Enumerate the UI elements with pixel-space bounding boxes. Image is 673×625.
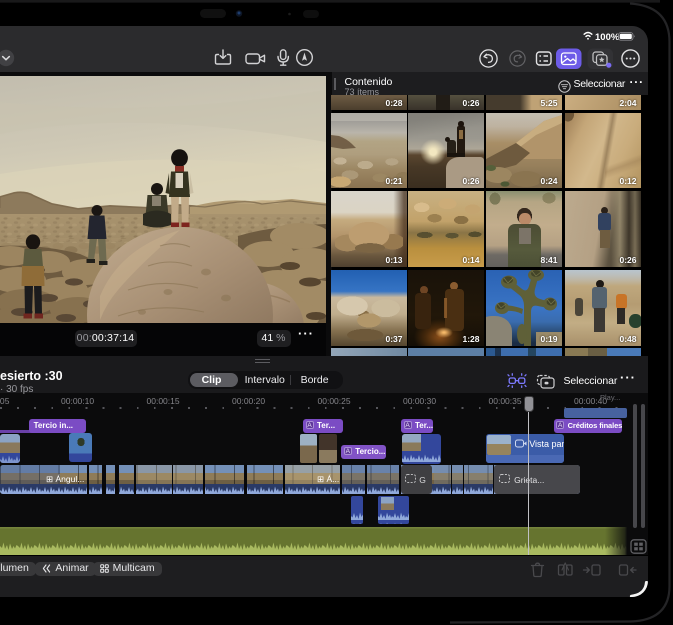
svg-text:100%: 100%	[595, 32, 620, 43]
